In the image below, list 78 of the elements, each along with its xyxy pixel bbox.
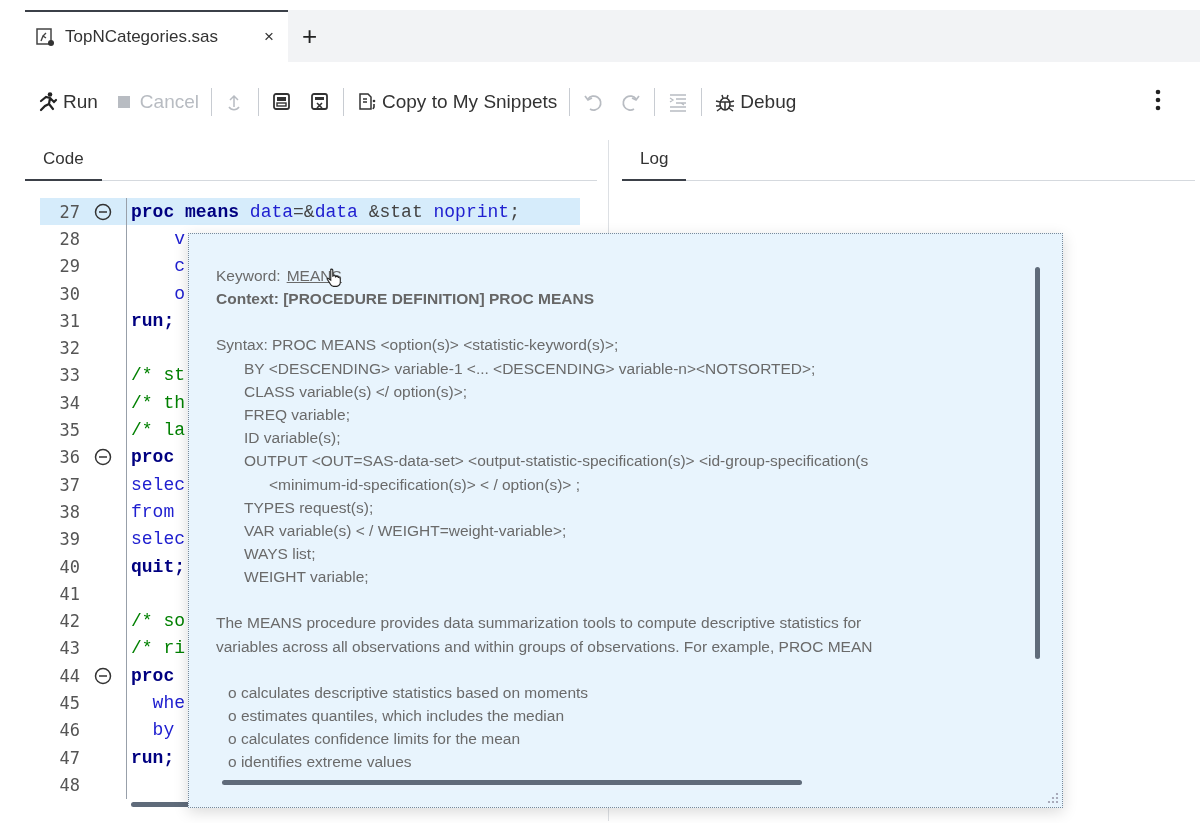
context-text: Context: [PROCEDURE DEFINITION] PROC MEANS bbox=[216, 290, 595, 308]
line-number: 40 bbox=[58, 556, 80, 577]
program-file-icon bbox=[35, 27, 55, 47]
log-tab[interactable]: Log bbox=[622, 149, 687, 181]
syntax-line: WEIGHT variable; bbox=[244, 568, 369, 586]
line-number: 43 bbox=[58, 638, 80, 659]
syntax-line: WAYS list; bbox=[244, 545, 316, 563]
code-line: from bbox=[130, 501, 175, 522]
line-number: 33 bbox=[58, 365, 80, 386]
code-line: proc bbox=[130, 665, 175, 686]
bullet-item: o identifies extreme values bbox=[228, 753, 412, 771]
code-line: proc means data=&data &stat noprint; bbox=[130, 201, 520, 222]
syntax-line: <minimum-id-specification(s)> < / option(s)> ; bbox=[269, 475, 580, 493]
code-line: run; bbox=[130, 747, 175, 768]
description-text: The MEANS procedure provides data summarization tools to compute descriptive statistics for bbox=[216, 614, 862, 632]
code-line: /* la bbox=[130, 420, 185, 440]
line-number: 44 bbox=[58, 665, 80, 686]
code-line: c bbox=[173, 256, 185, 277]
code-line: run; bbox=[130, 310, 175, 331]
snippet-icon bbox=[356, 91, 378, 113]
bullet-item: o calculates descriptive statistics based on moments bbox=[228, 683, 589, 701]
syntax-line: BY <DESCENDING> variable-1 <... <DESCENDING> variable-n><NOTSORTED>; bbox=[244, 359, 816, 377]
code-line: selec bbox=[130, 529, 185, 550]
line-number: 31 bbox=[58, 310, 80, 331]
code-line: /* st bbox=[130, 365, 185, 386]
code-line: /* so bbox=[130, 611, 185, 632]
code-line: whe bbox=[151, 693, 185, 713]
bullet-item: o calculates confidence limits for the mean bbox=[228, 730, 521, 748]
line-number: 42 bbox=[58, 611, 80, 632]
bullet-item: o estimates quantiles, which includes the median bbox=[228, 707, 565, 724]
code-tab[interactable]: Code bbox=[25, 149, 102, 181]
code-line: proc bbox=[130, 447, 175, 468]
toolbar-button[interactable]: Copy to My Snippets bbox=[354, 87, 560, 117]
line-number: 35 bbox=[58, 420, 80, 440]
code-line: by bbox=[151, 720, 175, 741]
syntax-line: CLASS variable(s) </ option(s)>; bbox=[244, 382, 468, 400]
line-number: 38 bbox=[58, 501, 80, 522]
line-number: 47 bbox=[58, 747, 80, 768]
line-number: 45 bbox=[58, 693, 80, 713]
syntax-line: ID variable(s); bbox=[244, 429, 341, 447]
line-number: 30 bbox=[58, 283, 80, 304]
toolbar-button[interactable]: Run bbox=[35, 87, 100, 117]
syntax-line: VAR variable(s) < / WEIGHT=weight-variable>; bbox=[244, 521, 567, 539]
line-number: 39 bbox=[58, 529, 80, 550]
line-number: 36 bbox=[58, 447, 80, 468]
keyword-label: Keyword: bbox=[216, 267, 281, 284]
line-number: 48 bbox=[58, 774, 80, 795]
syntax-line: Syntax: PROC MEANS <option(s)> <statistic-keyword(s)>; bbox=[216, 336, 619, 354]
line-number: 37 bbox=[58, 474, 80, 495]
code-line: /* th bbox=[130, 392, 185, 413]
line-number: 41 bbox=[58, 583, 80, 604]
syntax-line: OUTPUT <OUT=SAS-data-set> <output-statistic-specification(s)> <id-group-specification(s bbox=[244, 452, 869, 470]
code-line: selec bbox=[130, 474, 185, 495]
line-number: 28 bbox=[58, 228, 80, 249]
line-number: 46 bbox=[58, 720, 80, 741]
more-options-icon[interactable] bbox=[1155, 88, 1161, 112]
collapse-icon[interactable] bbox=[94, 666, 112, 685]
line-number: 27 bbox=[58, 201, 80, 222]
toolbar-button[interactable]: Debug bbox=[712, 87, 799, 117]
code-line: o bbox=[173, 283, 185, 304]
close-tab-icon[interactable]: × bbox=[264, 27, 274, 47]
syntax-line: TYPES request(s); bbox=[244, 498, 374, 516]
line-number: 34 bbox=[58, 392, 80, 413]
scrollbar-thumb[interactable] bbox=[1035, 267, 1040, 659]
line-number: 29 bbox=[58, 256, 80, 277]
description-text: variables across all observations and within groups of observations. For example, PROC MEAN bbox=[216, 637, 873, 655]
code-line: /* ri bbox=[130, 638, 185, 659]
running-figure-icon bbox=[37, 91, 59, 113]
resize-grip-icon[interactable] bbox=[1047, 792, 1059, 804]
new-tab-icon[interactable]: + bbox=[288, 10, 330, 62]
code-line: v bbox=[173, 228, 185, 249]
syntax-line: FREQ variable; bbox=[244, 405, 350, 423]
line-number: 32 bbox=[58, 338, 80, 359]
scrollbar-thumb[interactable] bbox=[222, 780, 802, 785]
code-line: quit; bbox=[130, 556, 185, 577]
collapse-icon[interactable] bbox=[94, 202, 112, 221]
file-tab[interactable]: TopNCategories.sas × bbox=[25, 10, 288, 62]
collapse-icon[interactable] bbox=[94, 448, 112, 467]
